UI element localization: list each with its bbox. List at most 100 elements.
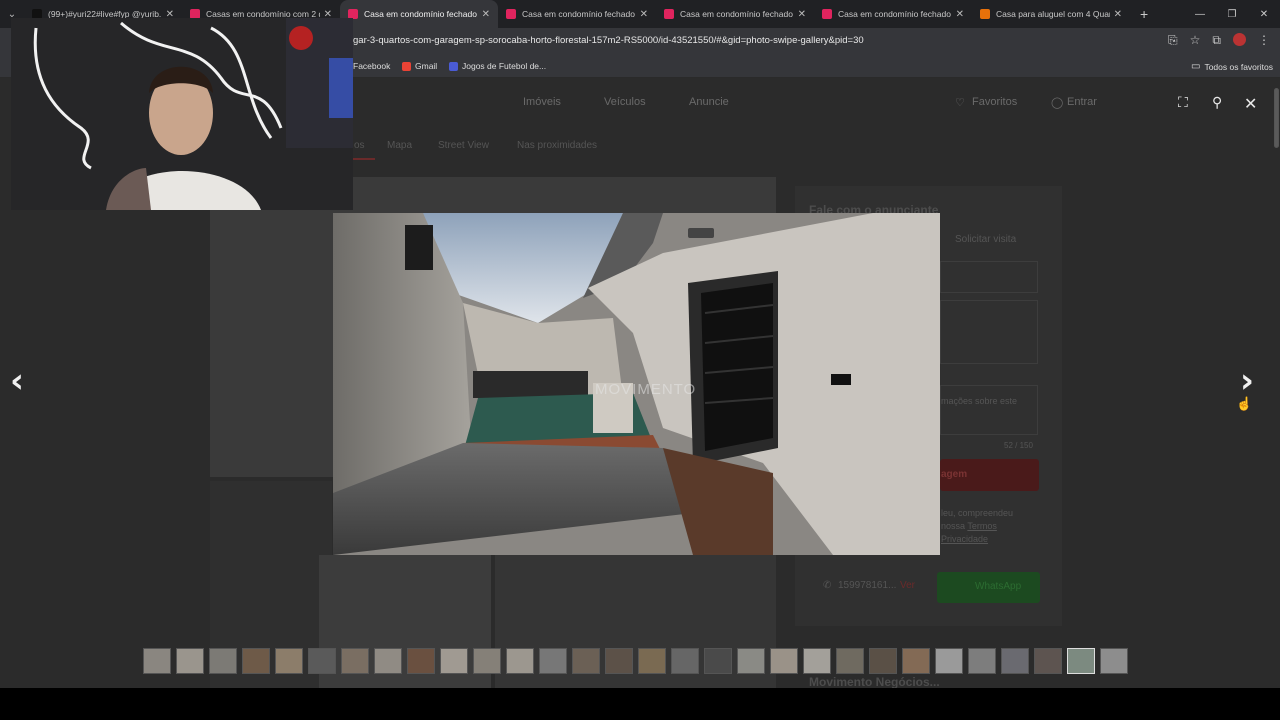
gallery-thumbnail[interactable] xyxy=(968,648,996,674)
gallery-thumbnail[interactable] xyxy=(836,648,864,674)
game-icon xyxy=(449,61,458,71)
send-message-label: agem xyxy=(941,469,968,480)
minimize-icon[interactable]: — xyxy=(1184,0,1216,28)
tab-favicon-icon xyxy=(822,9,832,19)
chevron-right-icon[interactable]: › xyxy=(1240,361,1254,401)
fullscreen-icon[interactable]: ⛶ xyxy=(1178,94,1188,111)
gallery-thumbnail[interactable] xyxy=(605,648,633,674)
zoom-icon[interactable]: ⚲ xyxy=(1212,94,1222,111)
gallery-thumbnail[interactable] xyxy=(1034,648,1062,674)
show-phone-link[interactable]: Ver xyxy=(900,580,915,591)
close-window-icon[interactable]: ✕ xyxy=(1248,0,1280,28)
gallery-thumbnail[interactable] xyxy=(506,648,534,674)
phone-icon: ✆ xyxy=(823,580,832,591)
page-scrollbar[interactable] xyxy=(1273,78,1280,688)
privacy-link[interactable]: Privacidade xyxy=(941,534,988,544)
watermark-text: MOVIMENTO xyxy=(595,381,697,398)
name-field[interactable] xyxy=(940,261,1038,293)
gallery-thumbnail[interactable] xyxy=(671,648,699,674)
email-phone-field[interactable] xyxy=(940,300,1038,364)
nav-veiculos[interactable]: Veículos xyxy=(604,96,646,108)
gallery-thumbnail[interactable] xyxy=(1001,648,1029,674)
user-icon: ◯ xyxy=(1051,97,1064,109)
tab-map[interactable]: Mapa xyxy=(387,140,412,151)
window-controls: — ❐ ✕ xyxy=(1184,0,1280,28)
gallery-thumbnail[interactable] xyxy=(407,648,435,674)
menu-icon[interactable]: ⋮ xyxy=(1258,33,1270,48)
gallery-thumbnail[interactable] xyxy=(473,648,501,674)
phone-number: 159978161... xyxy=(838,580,897,591)
gallery-thumbnail[interactable] xyxy=(341,648,369,674)
schedule-visit-option[interactable]: Solicitar visita xyxy=(955,234,1016,245)
new-tab-button[interactable]: + xyxy=(1130,6,1158,22)
gallery-thumbnail[interactable] xyxy=(209,648,237,674)
gallery-thumbnail[interactable] xyxy=(242,648,270,674)
bookmark-football[interactable]: Jogos de Futebol de... xyxy=(449,61,546,71)
tab-close-icon[interactable]: ✕ xyxy=(640,9,648,20)
tab-title: Casa em condomínio fechado ... xyxy=(838,9,952,19)
lightbox-photo: MOVIMENTO xyxy=(333,213,940,555)
gallery-thumbnail[interactable] xyxy=(1067,648,1095,674)
tab-title: Casa para aluguel com 4 Quart... xyxy=(996,9,1110,19)
nav-imoveis[interactable]: Imóveis xyxy=(523,96,561,108)
gallery-thumbnail[interactable] xyxy=(143,648,171,674)
nav-entrar[interactable]: Entrar xyxy=(1067,96,1097,108)
browser-tab[interactable]: Casa em condomínio fechado ... ✕ xyxy=(656,0,814,28)
chevron-left-icon[interactable]: ‹ xyxy=(10,361,24,401)
gallery-thumbnail[interactable] xyxy=(308,648,336,674)
extensions-icon[interactable]: ⧉ xyxy=(1212,33,1221,48)
bookmark-facebook[interactable]: Facebook xyxy=(353,61,390,71)
gallery-thumbnail[interactable] xyxy=(704,648,732,674)
thumbnail-strip xyxy=(143,648,1128,674)
bookmark-gmail[interactable]: Gmail xyxy=(402,61,437,71)
browser-tab[interactable]: Casa em condomínio fechado ... ✕ xyxy=(498,0,656,28)
profile-avatar[interactable] xyxy=(1233,33,1246,46)
bookmark-label: Facebook xyxy=(353,61,391,71)
close-icon[interactable]: ✕ xyxy=(1244,94,1257,114)
gallery-thumbnail[interactable] xyxy=(803,648,831,674)
bookmark-star-icon[interactable]: ☆ xyxy=(1190,33,1201,48)
nav-favoritos[interactable]: Favoritos xyxy=(972,96,1017,108)
bookmark-label: Jogos de Futebol de... xyxy=(462,61,547,71)
gallery-thumbnail[interactable] xyxy=(638,648,666,674)
nav-anuncie[interactable]: Anuncie xyxy=(689,96,729,108)
tab-close-icon[interactable]: ✕ xyxy=(1114,9,1122,20)
tab-close-icon[interactable]: ✕ xyxy=(956,9,964,20)
install-app-icon[interactable]: ⎘ xyxy=(1168,33,1178,48)
terms-text: leu, compreendeu xyxy=(941,508,1014,518)
terms-link[interactable]: Termos xyxy=(967,521,997,531)
browser-tab[interactable]: Casa em condomínio fechado ... ✕ xyxy=(340,0,498,28)
gallery-thumbnail[interactable] xyxy=(1100,648,1128,674)
gallery-thumbnail[interactable] xyxy=(770,648,798,674)
gallery-thumbnail[interactable] xyxy=(539,648,567,674)
tab-close-icon[interactable]: ✕ xyxy=(482,9,490,20)
gallery-thumbnail[interactable] xyxy=(869,648,897,674)
webcam-overlay xyxy=(11,18,353,210)
restore-icon[interactable]: ❐ xyxy=(1216,0,1248,28)
terms-text-2: nossa Termos xyxy=(941,521,997,531)
tab-close-icon[interactable]: ✕ xyxy=(798,9,806,20)
tab-photos[interactable]: os xyxy=(354,140,365,151)
gallery-thumbnail[interactable] xyxy=(935,648,963,674)
tab-street-view[interactable]: Street View xyxy=(438,140,489,151)
all-bookmarks[interactable]: ▭ Todos os favoritos xyxy=(1191,61,1273,72)
tab-favicon-icon xyxy=(664,9,674,19)
message-field[interactable] xyxy=(940,385,1038,435)
gallery-thumbnail[interactable] xyxy=(275,648,303,674)
gallery-thumbnail[interactable] xyxy=(902,648,930,674)
gallery-thumbnail[interactable] xyxy=(176,648,204,674)
agency-name: Movimento Negócios... xyxy=(809,675,940,688)
address-actions: ⎘ ☆ ⧉ ⋮ xyxy=(1168,33,1270,48)
taskbar-strip xyxy=(0,688,1280,720)
gallery-thumbnail[interactable] xyxy=(737,648,765,674)
gallery-thumbnail[interactable] xyxy=(572,648,600,674)
url-text[interactable]: gar-3-quartos-com-garagem-sp-sorocaba-ho… xyxy=(353,35,864,46)
browser-tab[interactable]: Casa em condomínio fechado ... ✕ xyxy=(814,0,972,28)
tab-title: Casa em condomínio fechado ... xyxy=(364,9,478,19)
scrollbar-thumb[interactable] xyxy=(1274,88,1279,148)
gallery-thumbnail[interactable] xyxy=(440,648,468,674)
char-counter: 52 / 150 xyxy=(1004,441,1033,450)
gallery-thumbnail[interactable] xyxy=(374,648,402,674)
tab-nearby[interactable]: Nas proximidades xyxy=(517,140,597,151)
browser-tab[interactable]: Casa para aluguel com 4 Quart... ✕ xyxy=(972,0,1130,28)
